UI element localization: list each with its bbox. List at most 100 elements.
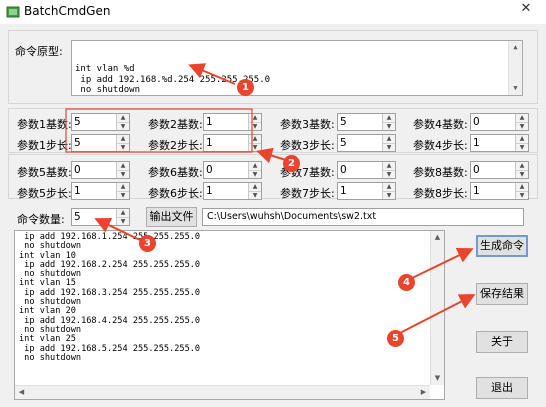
param6-step-spinner[interactable]: 1 ▲ ▼ — [203, 182, 262, 200]
spin-up-icon[interactable]: ▲ — [383, 135, 395, 143]
param4-step-spinner[interactable]: 1 ▲ ▼ — [470, 134, 529, 152]
scroll-down-icon[interactable]: ▼ — [431, 372, 444, 385]
param8-base-spinner[interactable]: 0 ▲ ▼ — [470, 161, 529, 179]
spin-up-icon[interactable]: ▲ — [516, 162, 528, 170]
scroll-right-icon[interactable]: ▶ — [417, 386, 430, 399]
param6-step-label: 参数6步长: — [148, 187, 203, 200]
spin-up-icon[interactable]: ▲ — [516, 135, 528, 143]
scroll-up-icon[interactable]: ▲ — [431, 231, 444, 244]
spin-buttons[interactable]: ▲ ▼ — [248, 162, 261, 178]
param8-step-spinner[interactable]: 1 ▲ ▼ — [470, 182, 529, 200]
spin-buttons[interactable]: ▲ ▼ — [248, 114, 261, 130]
spin-down-icon[interactable]: ▼ — [383, 191, 395, 199]
spin-buttons[interactable]: ▲ ▼ — [116, 209, 129, 225]
prototype-text: int vlan %d ip add 192.168.%d.254 255.25… — [75, 64, 271, 95]
spin-buttons[interactable]: ▲ ▼ — [382, 162, 395, 178]
spin-up-icon[interactable]: ▲ — [249, 135, 261, 143]
param4-base-spinner[interactable]: 0 ▲ ▼ — [470, 113, 529, 131]
param1-step-spinner[interactable]: 5 ▲ ▼ — [71, 134, 130, 152]
spin-down-icon[interactable]: ▼ — [383, 143, 395, 151]
output-path-field[interactable]: C:\Users\wuhsh\Documents\sw2.txt — [202, 208, 524, 226]
about-button[interactable]: 关于 — [476, 331, 528, 353]
spin-down-icon[interactable]: ▼ — [249, 170, 261, 178]
spin-down-icon[interactable]: ▼ — [117, 170, 129, 178]
spin-buttons[interactable]: ▲ ▼ — [248, 135, 261, 151]
scroll-down-icon[interactable]: ▼ — [509, 82, 522, 95]
spin-down-icon[interactable]: ▼ — [117, 143, 129, 151]
spin-down-icon[interactable]: ▼ — [117, 191, 129, 199]
spin-up-icon[interactable]: ▲ — [383, 162, 395, 170]
spin-down-icon[interactable]: ▼ — [249, 122, 261, 130]
count-spinner[interactable]: 5 ▲ ▼ — [71, 208, 130, 226]
param3-step-spinner[interactable]: 5 ▲ ▼ — [337, 134, 396, 152]
spin-buttons[interactable]: ▲ ▼ — [116, 183, 129, 199]
spin-buttons[interactable]: ▲ ▼ — [116, 162, 129, 178]
spin-up-icon[interactable]: ▲ — [516, 114, 528, 122]
param2-step-spinner[interactable]: 1 ▲ ▼ — [203, 134, 262, 152]
spin-down-icon[interactable]: ▼ — [383, 122, 395, 130]
spin-down-icon[interactable]: ▼ — [117, 122, 129, 130]
spin-up-icon[interactable]: ▲ — [249, 162, 261, 170]
param3-step-label: 参数3步长: — [280, 139, 335, 152]
export-file-button[interactable]: 输出文件 — [146, 207, 197, 227]
spin-up-icon[interactable]: ▲ — [383, 183, 395, 191]
spin-buttons[interactable]: ▲ ▼ — [116, 135, 129, 151]
spin-buttons[interactable]: ▲ ▼ — [515, 114, 528, 130]
spin-buttons[interactable]: ▲ ▼ — [382, 183, 395, 199]
param7-base-spinner[interactable]: 0 ▲ ▼ — [337, 161, 396, 179]
output-hscrollbar[interactable]: ◀ ▶ — [15, 385, 430, 399]
prototype-textarea[interactable]: int vlan %d ip add 192.168.%d.254 255.25… — [71, 40, 523, 96]
spin-down-icon[interactable]: ▼ — [249, 143, 261, 151]
spin-up-icon[interactable]: ▲ — [117, 209, 129, 217]
param6-step-value: 1 — [206, 185, 213, 197]
param7-step-spinner[interactable]: 1 ▲ ▼ — [337, 182, 396, 200]
exit-button[interactable]: 退出 — [476, 377, 528, 399]
window-title: BatchCmdGen — [24, 4, 111, 18]
output-text: ip add 192.168.1.254 255.255.255.0 no sh… — [19, 232, 201, 363]
spin-buttons[interactable]: ▲ ▼ — [248, 183, 261, 199]
param1-step-value: 5 — [74, 137, 81, 149]
spin-down-icon[interactable]: ▼ — [516, 143, 528, 151]
spin-buttons[interactable]: ▲ ▼ — [116, 114, 129, 130]
param5-step-spinner[interactable]: 1 ▲ ▼ — [71, 182, 130, 200]
annotation-badge-1: 1 — [237, 79, 254, 96]
param1-base-spinner[interactable]: 5 ▲ ▼ — [71, 113, 130, 131]
spin-up-icon[interactable]: ▲ — [117, 183, 129, 191]
param3-base-spinner[interactable]: 5 ▲ ▼ — [337, 113, 396, 131]
spin-buttons[interactable]: ▲ ▼ — [382, 135, 395, 151]
prototype-scrollbar[interactable]: ▲ ▼ — [508, 41, 522, 95]
spin-up-icon[interactable]: ▲ — [516, 183, 528, 191]
scroll-left-icon[interactable]: ◀ — [15, 386, 28, 399]
param1-base-label: 参数1基数: — [17, 118, 72, 131]
spin-up-icon[interactable]: ▲ — [117, 162, 129, 170]
param8-base-label: 参数8基数: — [413, 166, 468, 179]
spin-up-icon[interactable]: ▲ — [249, 183, 261, 191]
spin-down-icon[interactable]: ▼ — [249, 191, 261, 199]
spin-up-icon[interactable]: ▲ — [249, 114, 261, 122]
spin-up-icon[interactable]: ▲ — [117, 135, 129, 143]
generate-button[interactable]: 生成命令 — [476, 235, 528, 257]
output-vscrollbar[interactable]: ▲ ▼ — [430, 231, 444, 385]
param6-base-label: 参数6基数: — [148, 166, 203, 179]
count-value: 5 — [74, 211, 81, 223]
spin-down-icon[interactable]: ▼ — [516, 122, 528, 130]
param2-base-spinner[interactable]: 1 ▲ ▼ — [203, 113, 262, 131]
spin-down-icon[interactable]: ▼ — [117, 217, 129, 225]
param6-base-spinner[interactable]: 0 ▲ ▼ — [203, 161, 262, 179]
spin-down-icon[interactable]: ▼ — [516, 191, 528, 199]
spin-down-icon[interactable]: ▼ — [383, 170, 395, 178]
save-result-button[interactable]: 保存结果 — [476, 283, 528, 305]
close-button[interactable]: ✕ — [512, 0, 540, 18]
param5-base-spinner[interactable]: 0 ▲ ▼ — [71, 161, 130, 179]
spin-up-icon[interactable]: ▲ — [383, 114, 395, 122]
param1-base-value: 5 — [74, 116, 81, 128]
spin-buttons[interactable]: ▲ ▼ — [515, 135, 528, 151]
annotation-badge-2: 2 — [283, 155, 300, 172]
spin-buttons[interactable]: ▲ ▼ — [515, 183, 528, 199]
spin-buttons[interactable]: ▲ ▼ — [382, 114, 395, 130]
spin-down-icon[interactable]: ▼ — [516, 170, 528, 178]
output-textarea[interactable]: ip add 192.168.1.254 255.255.255.0 no sh… — [14, 230, 445, 400]
scroll-up-icon[interactable]: ▲ — [509, 41, 522, 54]
spin-buttons[interactable]: ▲ ▼ — [515, 162, 528, 178]
spin-up-icon[interactable]: ▲ — [117, 114, 129, 122]
